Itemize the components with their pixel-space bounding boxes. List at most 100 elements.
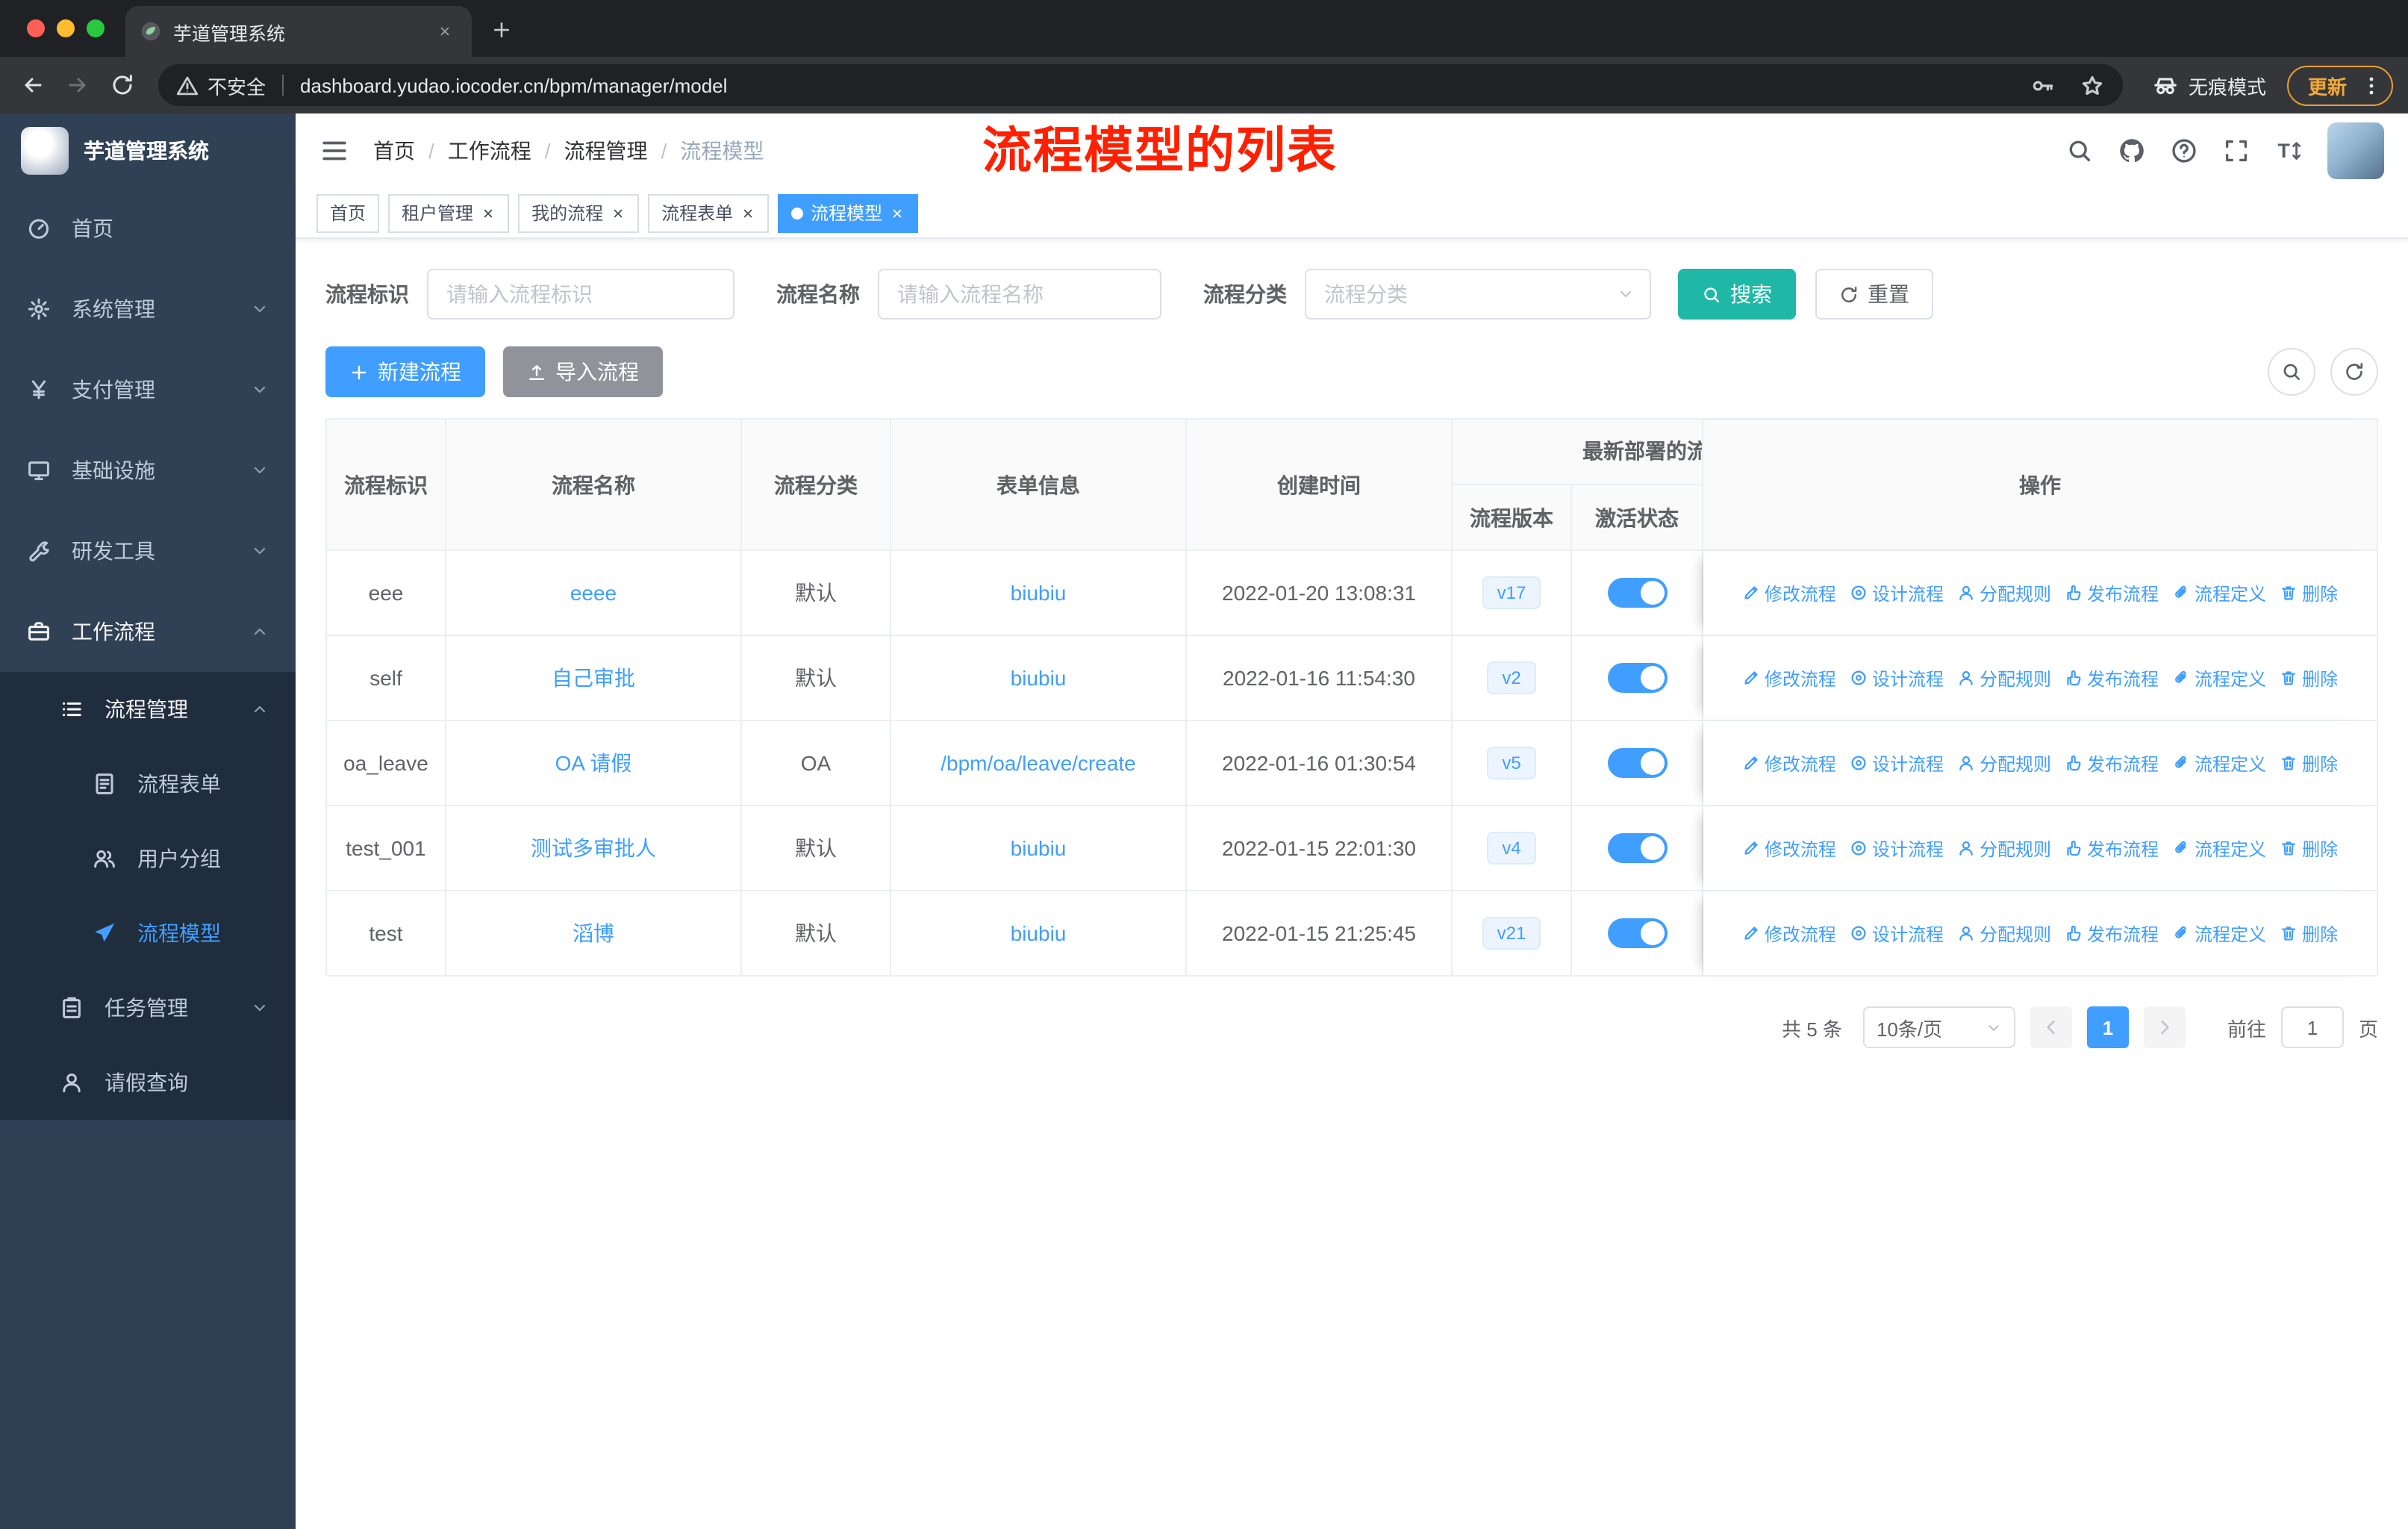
goto-page-input[interactable] bbox=[2280, 1006, 2344, 1048]
process-key-input[interactable] bbox=[427, 269, 734, 320]
sidebar-item-payment[interactable]: 支付管理 bbox=[0, 349, 296, 430]
user-avatar[interactable] bbox=[2327, 122, 2384, 179]
form-link[interactable]: biubiu bbox=[1011, 921, 1067, 945]
search-button[interactable]: 搜索 bbox=[1678, 269, 1796, 320]
back-icon[interactable] bbox=[15, 67, 51, 103]
toggle-search-icon[interactable] bbox=[2268, 348, 2315, 396]
github-icon[interactable] bbox=[2118, 137, 2145, 164]
action-assign-rule[interactable]: 分配规则 bbox=[1957, 921, 2051, 946]
sidebar-item-infrastructure[interactable]: 基础设施 bbox=[0, 430, 296, 511]
action-publish[interactable]: 发布流程 bbox=[2065, 665, 2159, 691]
sidebar-item-process-form[interactable]: 流程表单 bbox=[0, 747, 296, 821]
sidebar-item-leave-query[interactable]: 请假查询 bbox=[0, 1045, 296, 1120]
action-delete[interactable]: 删除 bbox=[2280, 750, 2338, 776]
prev-page-button[interactable] bbox=[2030, 1006, 2072, 1048]
sidebar-item-home[interactable]: 首页 bbox=[0, 188, 296, 269]
import-process-button[interactable]: 导入流程 bbox=[503, 346, 663, 397]
action-edit[interactable]: 修改流程 bbox=[1742, 750, 1836, 776]
active-toggle[interactable] bbox=[1607, 918, 1667, 948]
action-publish[interactable]: 发布流程 bbox=[2065, 750, 2159, 776]
window-minimize-button[interactable] bbox=[57, 19, 75, 37]
action-definition[interactable]: 流程定义 bbox=[2172, 835, 2266, 861]
action-definition[interactable]: 流程定义 bbox=[2172, 921, 2266, 946]
font-size-icon[interactable]: T bbox=[2275, 137, 2302, 164]
action-delete[interactable]: 删除 bbox=[2280, 835, 2338, 861]
action-design[interactable]: 设计流程 bbox=[1850, 750, 1944, 776]
breadcrumb-item[interactable]: 首页 bbox=[373, 136, 415, 166]
fullscreen-icon[interactable] bbox=[2223, 137, 2250, 164]
action-design[interactable]: 设计流程 bbox=[1850, 580, 1944, 605]
action-assign-rule[interactable]: 分配规则 bbox=[1957, 750, 2051, 776]
action-edit[interactable]: 修改流程 bbox=[1742, 921, 1836, 946]
active-toggle[interactable] bbox=[1607, 748, 1667, 778]
version-tag[interactable]: v17 bbox=[1482, 576, 1541, 609]
form-link[interactable]: /bpm/oa/leave/create bbox=[941, 751, 1136, 775]
action-assign-rule[interactable]: 分配规则 bbox=[1957, 665, 2051, 691]
sidebar-item-workflow[interactable]: 工作流程 bbox=[0, 591, 296, 672]
active-toggle[interactable] bbox=[1607, 833, 1667, 863]
version-tag[interactable]: v4 bbox=[1487, 832, 1536, 865]
version-tag[interactable]: v21 bbox=[1482, 917, 1541, 950]
action-publish[interactable]: 发布流程 bbox=[2065, 835, 2159, 861]
breadcrumb-item[interactable]: 工作流程 bbox=[448, 136, 531, 166]
sidebar-item-user-group[interactable]: 用户分组 bbox=[0, 821, 296, 896]
active-toggle[interactable] bbox=[1607, 578, 1667, 608]
create-process-button[interactable]: 新建流程 bbox=[325, 346, 485, 397]
close-icon[interactable] bbox=[890, 205, 905, 220]
form-link[interactable]: biubiu bbox=[1011, 666, 1067, 690]
help-icon[interactable] bbox=[2171, 137, 2198, 164]
breadcrumb-item[interactable]: 流程管理 bbox=[564, 136, 648, 166]
browser-menu-icon[interactable] bbox=[2360, 74, 2383, 96]
action-delete[interactable]: 删除 bbox=[2280, 580, 2338, 605]
version-tag[interactable]: v2 bbox=[1487, 661, 1536, 694]
process-name-link[interactable]: OA 请假 bbox=[555, 751, 632, 775]
bookmark-star-icon[interactable] bbox=[2080, 72, 2105, 98]
reload-icon[interactable] bbox=[105, 67, 140, 103]
action-assign-rule[interactable]: 分配规则 bbox=[1957, 580, 2051, 605]
window-zoom-button[interactable] bbox=[87, 19, 105, 37]
action-definition[interactable]: 流程定义 bbox=[2172, 580, 2266, 605]
sidebar-item-process-management[interactable]: 流程管理 bbox=[0, 672, 296, 747]
sidebar-collapse-icon[interactable] bbox=[319, 136, 349, 166]
active-toggle[interactable] bbox=[1607, 663, 1667, 693]
tab-tenant-management[interactable]: 租户管理 bbox=[388, 193, 510, 232]
update-button[interactable]: 更新 bbox=[2286, 65, 2393, 105]
process-name-link[interactable]: eeee bbox=[570, 581, 617, 605]
process-name-input[interactable] bbox=[878, 269, 1161, 320]
sidebar-item-system[interactable]: 系统管理 bbox=[0, 269, 296, 349]
sidebar-item-process-model[interactable]: 流程模型 bbox=[0, 896, 296, 971]
tab-close-icon[interactable] bbox=[433, 19, 457, 43]
process-category-select[interactable]: 流程分类 bbox=[1305, 269, 1651, 320]
close-icon[interactable] bbox=[740, 205, 755, 220]
action-design[interactable]: 设计流程 bbox=[1850, 665, 1944, 691]
page-size-select[interactable]: 10条/页 bbox=[1862, 1006, 2015, 1048]
window-close-button[interactable] bbox=[27, 19, 45, 37]
action-edit[interactable]: 修改流程 bbox=[1742, 665, 1836, 691]
action-delete[interactable]: 删除 bbox=[2280, 665, 2338, 691]
action-publish[interactable]: 发布流程 bbox=[2065, 580, 2159, 605]
next-page-button[interactable] bbox=[2143, 1006, 2186, 1048]
action-edit[interactable]: 修改流程 bbox=[1742, 580, 1836, 605]
action-delete[interactable]: 删除 bbox=[2280, 921, 2338, 946]
process-name-link[interactable]: 自己审批 bbox=[552, 666, 635, 690]
action-definition[interactable]: 流程定义 bbox=[2172, 750, 2266, 776]
sidebar-item-devtools[interactable]: 研发工具 bbox=[0, 511, 296, 591]
form-link[interactable]: biubiu bbox=[1011, 836, 1067, 860]
action-assign-rule[interactable]: 分配规则 bbox=[1957, 835, 2051, 861]
close-icon[interactable] bbox=[481, 205, 496, 220]
close-icon[interactable] bbox=[611, 205, 626, 220]
version-tag[interactable]: v5 bbox=[1487, 747, 1536, 779]
password-key-icon[interactable] bbox=[2030, 72, 2056, 98]
tab-process-form[interactable]: 流程表单 bbox=[648, 193, 770, 232]
page-number-button[interactable]: 1 bbox=[2086, 1006, 2129, 1048]
form-link[interactable]: biubiu bbox=[1011, 581, 1067, 605]
action-design[interactable]: 设计流程 bbox=[1850, 921, 1944, 946]
new-tab-button[interactable] bbox=[484, 12, 520, 48]
action-publish[interactable]: 发布流程 bbox=[2065, 921, 2159, 946]
process-name-link[interactable]: 滔博 bbox=[573, 921, 614, 945]
tab-my-process[interactable]: 我的流程 bbox=[518, 193, 640, 232]
tab-home[interactable]: 首页 bbox=[316, 193, 380, 232]
action-edit[interactable]: 修改流程 bbox=[1742, 835, 1836, 861]
address-bar[interactable]: 不安全 dashboard.yudao.iocoder.cn/bpm/manag… bbox=[158, 64, 2123, 106]
action-definition[interactable]: 流程定义 bbox=[2172, 665, 2266, 691]
